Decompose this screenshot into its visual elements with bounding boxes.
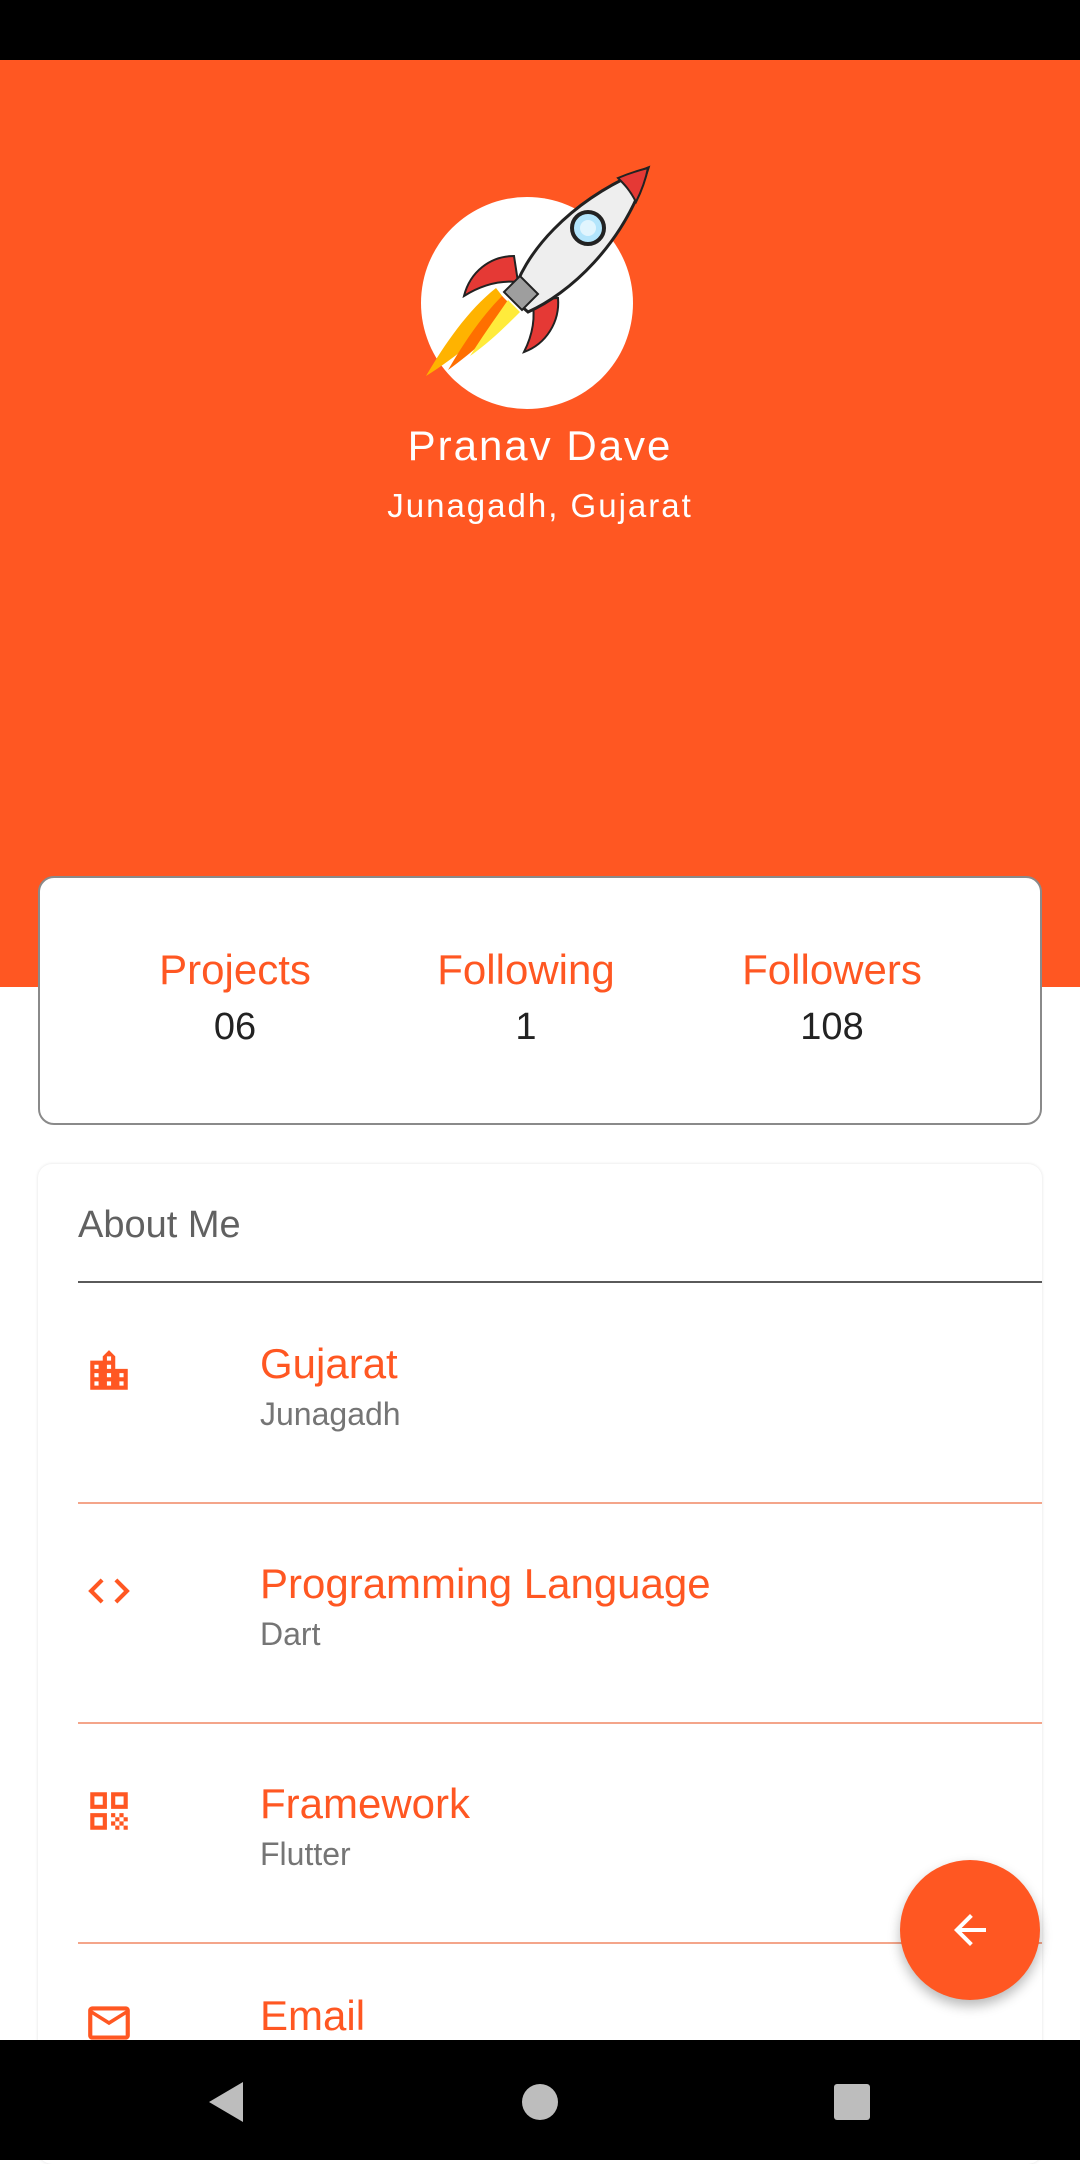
stat-value: 1 [515,1006,537,1048]
back-fab-button[interactable] [900,1860,1040,2000]
code-icon [88,1578,130,1604]
row-title: Gujarat [260,1340,398,1387]
about-card: About Me Gujarat Junagadh Programming La… [38,1164,1042,2164]
status-bar [0,0,1080,60]
home-circle-icon[interactable] [480,2040,600,2160]
stats-card: Projects 06 Following 1 Followers 108 [38,876,1042,1125]
info-row-location[interactable]: Gujarat Junagadh [78,1284,1042,1504]
stat-value: 108 [800,1006,864,1048]
back-triangle-icon[interactable] [165,2040,285,2160]
city-icon [90,1350,128,1390]
row-title: Framework [260,1780,471,1827]
stat-label: Projects [159,946,311,993]
user-name: Pranav Dave [407,422,673,469]
arrow-back-icon [954,1914,986,1946]
user-location: Junagadh, Gujarat [387,487,693,524]
row-title: Email [260,1992,366,2039]
info-row-framework[interactable]: Framework Flutter [78,1724,1042,1944]
about-title: About Me [78,1204,241,1246]
stat-following[interactable]: Following 1 [376,946,676,1049]
stat-projects[interactable]: Projects 06 [85,946,385,1049]
qr-code-icon [90,1792,128,1830]
rocket-icon [426,165,651,376]
row-subtitle: Flutter [260,1836,351,1872]
row-subtitle: Junagadh [260,1396,401,1432]
row-subtitle: Dart [260,1616,321,1652]
navigation-bar [0,2040,1080,2160]
about-divider [78,1281,1042,1283]
info-row-language[interactable]: Programming Language Dart [78,1504,1042,1724]
recents-square-icon[interactable] [792,2040,912,2160]
stat-value: 06 [213,1006,257,1048]
row-title: Programming Language [260,1560,711,1607]
stat-label: Followers [742,946,922,993]
stat-label: Following [437,946,615,993]
stat-followers[interactable]: Followers 108 [682,946,982,1049]
